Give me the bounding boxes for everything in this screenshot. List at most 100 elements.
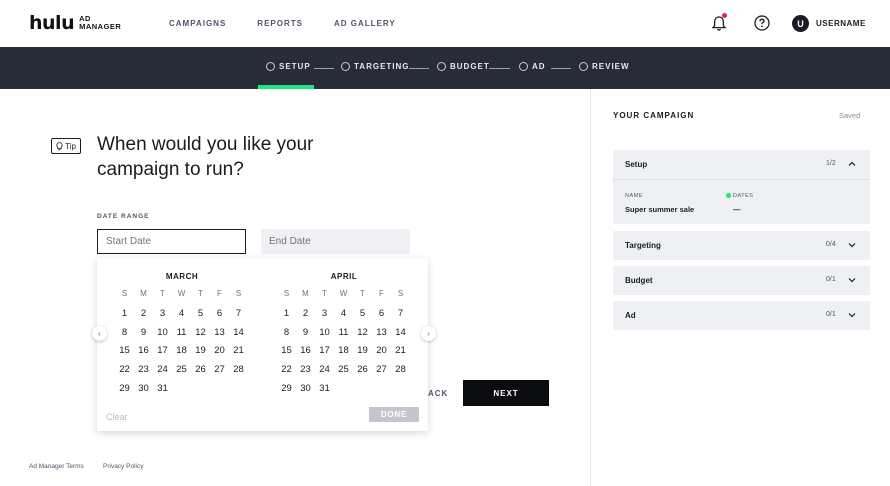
username[interactable]: USERNAME xyxy=(816,19,866,28)
calendar-day[interactable]: 31 xyxy=(153,380,172,399)
nav-link-ad-gallery[interactable]: AD GALLERY xyxy=(334,19,396,28)
calendar-day[interactable]: 7 xyxy=(229,305,248,324)
calendar-day[interactable]: 31 xyxy=(315,380,334,399)
calendar-day[interactable]: 12 xyxy=(191,324,210,343)
calendar-day[interactable]: 17 xyxy=(153,342,172,361)
calendar-day[interactable]: 18 xyxy=(334,342,353,361)
calendar-day[interactable]: 4 xyxy=(334,305,353,324)
accordion-header-budget[interactable]: Budget 0/1 xyxy=(613,266,870,295)
calendar-day[interactable]: 2 xyxy=(134,305,153,324)
back-button[interactable]: ACK xyxy=(428,389,448,398)
step-connector xyxy=(551,68,571,69)
help-icon[interactable] xyxy=(754,15,770,31)
calendar-day[interactable]: 29 xyxy=(115,380,134,399)
month-grid: S M T W T F S 1 2 3 4 5 6 7 8 9 10 11 12 13 14 15 16 17 18 19 20 21… xyxy=(277,287,411,398)
calendar-day[interactable]: 28 xyxy=(391,361,410,380)
calendar-day[interactable]: 22 xyxy=(277,361,296,380)
calendar-day[interactable]: 21 xyxy=(229,342,248,361)
accordion-ad[interactable]: Ad 0/1 xyxy=(613,301,870,330)
footer-privacy-link[interactable]: Privacy Policy xyxy=(103,463,143,470)
calendar-day[interactable]: 24 xyxy=(315,361,334,380)
calendar-day[interactable]: 2 xyxy=(296,305,315,324)
step-review[interactable]: REVIEW xyxy=(579,62,630,71)
calendar-day[interactable]: 26 xyxy=(191,361,210,380)
calendar-day[interactable]: 28 xyxy=(229,361,248,380)
end-date-input[interactable] xyxy=(261,229,410,254)
calendar-day[interactable]: 8 xyxy=(115,324,134,343)
accordion-budget[interactable]: Budget 0/1 xyxy=(613,266,870,295)
calendar-day[interactable]: 5 xyxy=(353,305,372,324)
calendar-day[interactable]: 30 xyxy=(296,380,315,399)
name-value: Super summer sale xyxy=(625,205,695,214)
weekday-header: M xyxy=(140,289,147,298)
calendar-day[interactable]: 11 xyxy=(172,324,191,343)
calendar-day[interactable]: 20 xyxy=(372,342,391,361)
calendar-day[interactable]: 14 xyxy=(391,324,410,343)
footer-terms-link[interactable]: Ad Manager Terms xyxy=(29,463,84,470)
step-targeting[interactable]: TARGETING xyxy=(341,62,410,71)
calendar-day[interactable]: 10 xyxy=(315,324,334,343)
accordion-header-ad[interactable]: Ad 0/1 xyxy=(613,301,870,330)
chevron-left-icon[interactable]: ‹ xyxy=(92,326,107,341)
hulu-ad-manager-logo[interactable]: hulu AD MANAGER xyxy=(29,13,121,33)
calendar-day[interactable]: 15 xyxy=(277,342,296,361)
avatar[interactable]: U xyxy=(792,15,809,32)
calendar-day[interactable]: 14 xyxy=(229,324,248,343)
chevron-right-icon[interactable]: › xyxy=(421,326,436,341)
tip-button[interactable]: Tip xyxy=(51,138,81,154)
calendar-day[interactable]: 10 xyxy=(153,324,172,343)
calendar-day[interactable]: 19 xyxy=(353,342,372,361)
accordion-header-targeting[interactable]: Targeting 0/4 xyxy=(613,231,870,260)
calendar-day[interactable]: 23 xyxy=(296,361,315,380)
calendar-day[interactable]: 4 xyxy=(172,305,191,324)
calendar-day[interactable]: 6 xyxy=(372,305,391,324)
start-date-input[interactable] xyxy=(97,229,246,254)
weekday-header: F xyxy=(217,289,222,298)
step-connector xyxy=(314,68,334,69)
calendar-day[interactable]: 5 xyxy=(191,305,210,324)
calendar-day[interactable]: 27 xyxy=(210,361,229,380)
calendar-day[interactable]: 12 xyxy=(353,324,372,343)
calendar-day[interactable]: 27 xyxy=(372,361,391,380)
calendar-day[interactable]: 18 xyxy=(172,342,191,361)
step-setup[interactable]: SETUP xyxy=(266,62,311,71)
step-circle-icon xyxy=(341,62,350,71)
calendar-day[interactable]: 9 xyxy=(296,324,315,343)
nav-link-reports[interactable]: REPORTS xyxy=(257,19,303,28)
calendar-day[interactable]: 1 xyxy=(115,305,134,324)
calendar-day[interactable]: 22 xyxy=(115,361,134,380)
calendar-day[interactable]: 7 xyxy=(391,305,410,324)
calendar-day[interactable]: 8 xyxy=(277,324,296,343)
accordion-targeting[interactable]: Targeting 0/4 xyxy=(613,231,870,260)
calendar-day[interactable]: 25 xyxy=(172,361,191,380)
calendar-day[interactable]: 23 xyxy=(134,361,153,380)
calendar-day[interactable]: 3 xyxy=(315,305,334,324)
step-budget[interactable]: BUDGET xyxy=(437,62,490,71)
calendar-day[interactable]: 20 xyxy=(210,342,229,361)
step-ad[interactable]: AD xyxy=(519,62,546,71)
calendar-day[interactable]: 11 xyxy=(334,324,353,343)
calendar-day[interactable]: 30 xyxy=(134,380,153,399)
calendar-day[interactable]: 19 xyxy=(191,342,210,361)
calendar-day[interactable]: 25 xyxy=(334,361,353,380)
calendar-day[interactable]: 9 xyxy=(134,324,153,343)
calendar-day[interactable]: 21 xyxy=(391,342,410,361)
calendar-day[interactable]: 29 xyxy=(277,380,296,399)
calendar-day[interactable]: 13 xyxy=(372,324,391,343)
calendar-day[interactable]: 15 xyxy=(115,342,134,361)
done-button[interactable]: DONE xyxy=(369,407,419,422)
calendar-day[interactable]: 17 xyxy=(315,342,334,361)
nav-link-campaigns[interactable]: CAMPAIGNS xyxy=(169,19,226,28)
calendar-day[interactable]: 26 xyxy=(353,361,372,380)
calendar-day[interactable]: 24 xyxy=(153,361,172,380)
clear-button[interactable]: Clear xyxy=(106,412,128,422)
calendar-day[interactable]: 16 xyxy=(296,342,315,361)
next-button[interactable]: NEXT xyxy=(463,380,549,406)
calendar-day[interactable]: 3 xyxy=(153,305,172,324)
calendar-day[interactable]: 16 xyxy=(134,342,153,361)
calendar-day[interactable]: 6 xyxy=(210,305,229,324)
accordion-header-setup[interactable]: Setup 1/2 xyxy=(613,150,870,179)
calendar-day[interactable]: 13 xyxy=(210,324,229,343)
calendar-day[interactable]: 1 xyxy=(277,305,296,324)
weekday-header: T xyxy=(198,289,203,298)
